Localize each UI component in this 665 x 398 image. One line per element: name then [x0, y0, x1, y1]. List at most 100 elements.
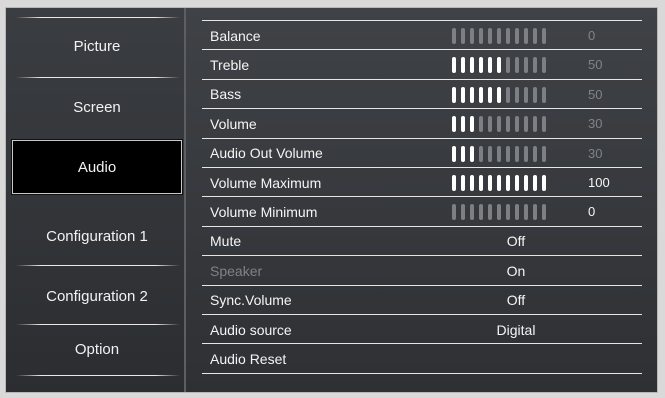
- setting-value[interactable]: Off: [452, 233, 580, 249]
- setting-row-audio-reset[interactable]: Audio Reset: [188, 344, 657, 373]
- slider-tick: [524, 28, 528, 44]
- slider-tick: [515, 204, 519, 221]
- setting-label: Bass: [210, 86, 242, 103]
- slider-tick: [533, 86, 537, 103]
- slider-tick: [497, 175, 501, 191]
- slider-tick: [461, 175, 465, 191]
- level-slider[interactable]: [452, 116, 546, 133]
- slider-tick: [542, 204, 546, 221]
- setting-row-audio-out-volume[interactable]: Audio Out Volume 30: [188, 139, 657, 168]
- setting-value[interactable]: Off: [452, 292, 580, 308]
- slider-tick: [515, 57, 519, 74]
- sidebar-separator: [16, 77, 180, 78]
- slider-tick: [452, 204, 456, 221]
- slider-tick: [524, 116, 528, 133]
- slider-tick: [461, 204, 465, 221]
- slider-tick: [488, 116, 492, 133]
- slider-tick: [452, 57, 456, 74]
- slider-tick: [533, 57, 537, 74]
- setting-row-mute[interactable]: Mute Off: [188, 227, 657, 256]
- setting-label: Speaker: [210, 262, 263, 279]
- slider-tick: [524, 86, 528, 103]
- slider-tick: [461, 28, 465, 44]
- slider-tick: [533, 145, 537, 162]
- setting-row-bass[interactable]: Bass 50: [188, 80, 657, 109]
- slider-tick: [470, 57, 474, 74]
- setting-value[interactable]: Digital: [452, 322, 580, 338]
- level-slider[interactable]: [452, 175, 546, 191]
- slider-tick: [497, 86, 501, 103]
- slider-tick: [515, 145, 519, 162]
- slider-tick: [488, 204, 492, 221]
- slider-tick: [488, 145, 492, 162]
- slider-tick: [542, 28, 546, 44]
- sidebar-item-label: Option: [74, 340, 120, 358]
- level-slider[interactable]: [452, 86, 546, 103]
- setting-value: 50: [588, 57, 603, 73]
- slider-tick: [497, 28, 501, 44]
- setting-label: Balance: [210, 27, 261, 44]
- slider-tick: [497, 204, 501, 221]
- setting-label: Volume Minimum: [210, 203, 318, 220]
- slider-tick: [542, 57, 546, 74]
- slider-tick: [524, 204, 528, 221]
- slider-tick: [533, 116, 537, 133]
- slider-tick: [452, 28, 456, 44]
- setting-row-volume[interactable]: Volume 30: [188, 109, 657, 138]
- level-slider[interactable]: [452, 145, 546, 162]
- sidebar-item-label: Configuration 1: [46, 227, 148, 245]
- slider-tick: [542, 145, 546, 162]
- slider-tick: [506, 175, 510, 191]
- setting-value: On: [506, 262, 526, 279]
- sidebar-separator: [16, 265, 180, 266]
- audio-settings-list: Balance 0 Treble 50 Bass 50 Volume 30 Audio Out …: [188, 8, 657, 392]
- slider-tick: [470, 204, 474, 221]
- sidebar-item-label: Audio: [77, 158, 117, 176]
- setting-label: Mute: [210, 233, 242, 250]
- level-slider[interactable]: [452, 204, 546, 221]
- setting-row-sync-volume[interactable]: Sync.Volume Off: [188, 286, 657, 315]
- slider-tick: [506, 116, 510, 133]
- sidebar-item-picture[interactable]: Picture: [12, 19, 182, 73]
- slider-tick: [452, 116, 456, 133]
- slider-tick: [542, 116, 546, 133]
- setting-row-speaker: Speaker On: [188, 256, 657, 285]
- osd-menu: Picture Screen Audio Configuration 1 Con…: [6, 8, 657, 392]
- slider-tick: [479, 175, 483, 191]
- sidebar-item-configuration-1[interactable]: Configuration 1: [12, 209, 182, 263]
- slider-tick: [515, 116, 519, 133]
- slider-tick: [470, 116, 474, 133]
- slider-tick: [506, 86, 510, 103]
- slider-tick: [515, 86, 519, 103]
- sidebar-item-screen[interactable]: Screen: [12, 80, 182, 134]
- sidebar: Picture Screen Audio Configuration 1 Con…: [6, 8, 186, 392]
- sidebar-separator: [16, 375, 180, 376]
- slider-tick: [542, 175, 546, 191]
- slider-tick: [452, 175, 456, 191]
- setting-label: Volume: [210, 115, 257, 132]
- setting-value: 100: [588, 175, 610, 190]
- setting-label: Audio source: [210, 321, 292, 338]
- sidebar-item-label: Picture: [73, 37, 121, 55]
- level-slider[interactable]: [452, 57, 546, 74]
- sidebar-item-option[interactable]: Option: [12, 322, 182, 376]
- slider-tick: [488, 57, 492, 74]
- slider-tick: [515, 28, 519, 44]
- slider-tick: [488, 86, 492, 103]
- slider-tick: [452, 86, 456, 103]
- setting-label: Volume Maximum: [210, 174, 322, 191]
- slider-tick: [488, 28, 492, 44]
- setting-row-volume-minimum[interactable]: Volume Minimum 0: [188, 197, 657, 226]
- setting-value: 50: [588, 86, 603, 102]
- setting-row-balance[interactable]: Balance 0: [188, 21, 657, 50]
- slider-tick: [524, 175, 528, 191]
- slider-tick: [479, 116, 483, 133]
- sidebar-item-audio[interactable]: Audio: [12, 140, 182, 194]
- sidebar-item-configuration-2[interactable]: Configuration 2: [12, 269, 182, 323]
- level-slider[interactable]: [452, 28, 546, 44]
- setting-row-volume-maximum[interactable]: Volume Maximum 100: [188, 168, 657, 197]
- setting-row-treble[interactable]: Treble 50: [188, 50, 657, 79]
- slider-tick: [479, 86, 483, 103]
- setting-row-audio-source[interactable]: Audio source Digital: [188, 315, 657, 344]
- setting-label: Sync.Volume: [210, 292, 292, 309]
